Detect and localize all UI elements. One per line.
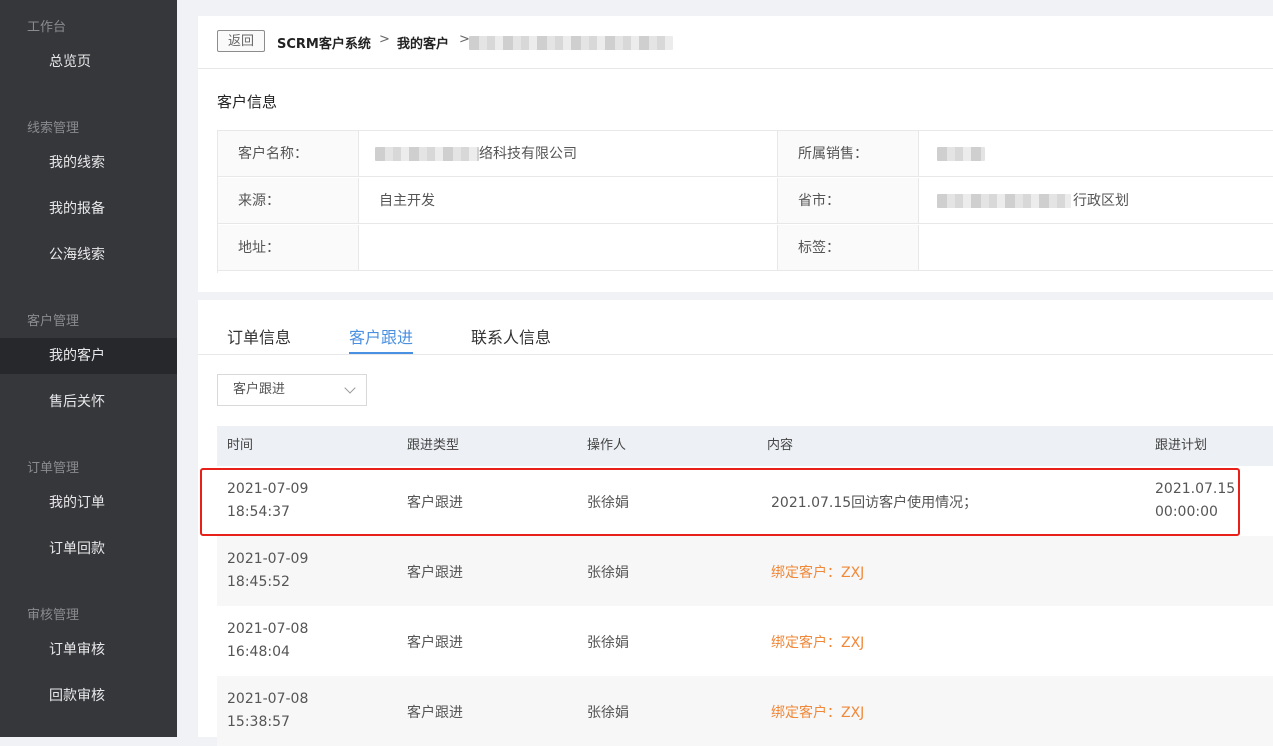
row-date: 2021-07-09	[227, 481, 309, 497]
row-operator: 张徐娟	[587, 495, 629, 511]
column-time[interactable]: 时间	[227, 426, 253, 466]
row-time: 16:48:04	[227, 644, 290, 660]
sidebar-item-order-payments[interactable]: 订单回款	[0, 531, 177, 567]
sidebar-item-after-sales[interactable]: 售后关怀	[0, 384, 177, 420]
row-content: 绑定客户：ZXJ	[771, 705, 865, 721]
redacted-text	[375, 147, 479, 161]
column-plan[interactable]: 跟进计划	[1155, 426, 1207, 466]
row-time: 18:45:52	[227, 574, 290, 590]
row-type: 客户跟进	[407, 495, 463, 511]
customer-info-table: 客户名称： 络科技有限公司 所属销售： 来源： 自主开发 省市： 行政区划 地址…	[217, 130, 1273, 273]
chevron-right-icon: >	[379, 32, 390, 47]
row-date: 2021-07-08	[227, 621, 309, 637]
breadcrumb-my-customers[interactable]: 我的客户	[397, 33, 449, 52]
value-address	[359, 225, 778, 271]
sidebar-item-my-customers[interactable]: 我的客户	[0, 338, 177, 374]
label-customer-name: 客户名称：	[218, 131, 359, 177]
row-time: 15:38:57	[227, 714, 290, 730]
sidebar-group-leads: 线索管理	[27, 121, 80, 136]
tab-order-info[interactable]: 订单信息	[227, 324, 291, 348]
customer-info-panel: 客户信息 客户名称： 络科技有限公司 所属销售： 来源： 自主开发 省市： 行政…	[198, 69, 1273, 292]
back-button[interactable]: 返回	[217, 30, 265, 52]
sidebar-item-my-reports[interactable]: 我的报备	[0, 191, 177, 227]
label-province: 省市：	[778, 178, 919, 224]
follow-type-select-value: 客户跟进	[233, 382, 286, 397]
row-plan-date: 2021.07.15	[1155, 481, 1236, 497]
row-operator: 张徐娟	[587, 565, 629, 581]
column-operator[interactable]: 操作人	[587, 426, 626, 466]
label-tags: 标签：	[778, 225, 919, 271]
redacted-customer-name	[469, 36, 673, 50]
table-row[interactable]: 2021-07-08 16:48:04 客户跟进 张徐娟 绑定客户：ZXJ	[217, 606, 1273, 676]
value-customer-name: 络科技有限公司	[359, 131, 778, 177]
column-content[interactable]: 内容	[767, 426, 793, 466]
table-row[interactable]: 2021-07-09 18:54:37 客户跟进 张徐娟 2021.07.15回…	[217, 466, 1273, 536]
label-address: 地址：	[218, 225, 359, 271]
tab-follow-up[interactable]: 客户跟进	[349, 324, 413, 348]
value-sales	[919, 131, 1273, 177]
row-date: 2021-07-08	[227, 691, 309, 707]
table-header: 时间 跟进类型 操作人 内容 跟进计划	[217, 426, 1273, 466]
tab-active-indicator	[349, 352, 413, 354]
label-source: 来源：	[218, 178, 359, 224]
row-type: 客户跟进	[407, 635, 463, 651]
row-type: 客户跟进	[407, 565, 463, 581]
redacted-text	[937, 147, 985, 161]
value-province: 行政区划	[919, 178, 1273, 224]
column-type[interactable]: 跟进类型	[407, 426, 459, 466]
redacted-text	[937, 194, 1071, 208]
sidebar-group-orders: 订单管理	[27, 461, 80, 476]
row-type: 客户跟进	[407, 705, 463, 721]
follow-type-select[interactable]: 客户跟进	[217, 374, 367, 406]
sidebar-item-payment-review[interactable]: 回款审核	[0, 678, 177, 714]
table-row[interactable]: 2021-07-08 15:38:57 客户跟进 张徐娟 绑定客户：ZXJ	[217, 676, 1273, 746]
sidebar-item-public-leads[interactable]: 公海线索	[0, 237, 177, 273]
tab-bar: 订单信息 客户跟进 联系人信息	[198, 300, 1273, 355]
sidebar-item-overview[interactable]: 总览页	[0, 44, 177, 80]
table-row[interactable]: 2021-07-09 18:45:52 客户跟进 张徐娟 绑定客户：ZXJ	[217, 536, 1273, 606]
value-tags	[919, 225, 1273, 271]
sidebar-group-review: 审核管理	[27, 608, 80, 623]
value-province-suffix: 行政区划	[1073, 193, 1129, 209]
row-content: 绑定客户：ZXJ	[771, 565, 865, 581]
row-date: 2021-07-09	[227, 551, 309, 567]
row-content: 2021.07.15回访客户使用情况；	[771, 495, 978, 511]
sidebar-item-my-leads[interactable]: 我的线索	[0, 145, 177, 181]
value-customer-name-suffix: 络科技有限公司	[479, 146, 577, 162]
section-title: 客户信息	[217, 93, 278, 111]
top-bar: 返回 SCRM客户系统 > 我的客户 >	[198, 16, 1273, 69]
sidebar: 工作台 总览页 线索管理 我的线索 我的报备 公海线索 客户管理 我的客户 售后…	[0, 0, 177, 737]
main-content: 返回 SCRM客户系统 > 我的客户 > 客户信息 客户名称： 络科技有限公司 …	[198, 16, 1273, 746]
breadcrumb-system[interactable]: SCRM客户系统	[277, 33, 371, 52]
tab-contacts[interactable]: 联系人信息	[471, 324, 551, 348]
row-time: 18:54:37	[227, 504, 290, 520]
label-sales: 所属销售：	[778, 131, 919, 177]
sidebar-item-my-orders[interactable]: 我的订单	[0, 485, 177, 521]
row-operator: 张徐娟	[587, 705, 629, 721]
follow-up-panel: 订单信息 客户跟进 联系人信息 客户跟进 时间 跟进类型 操作人 内容 跟进计划…	[198, 300, 1273, 746]
sidebar-group-customers: 客户管理	[27, 314, 80, 329]
row-plan-time: 00:00:00	[1155, 504, 1218, 520]
value-source: 自主开发	[359, 178, 778, 224]
chevron-down-icon	[344, 382, 356, 394]
row-operator: 张徐娟	[587, 635, 629, 651]
sidebar-item-order-review[interactable]: 订单审核	[0, 632, 177, 668]
sidebar-group-workbench: 工作台	[27, 20, 67, 35]
row-content: 绑定客户：ZXJ	[771, 635, 865, 651]
